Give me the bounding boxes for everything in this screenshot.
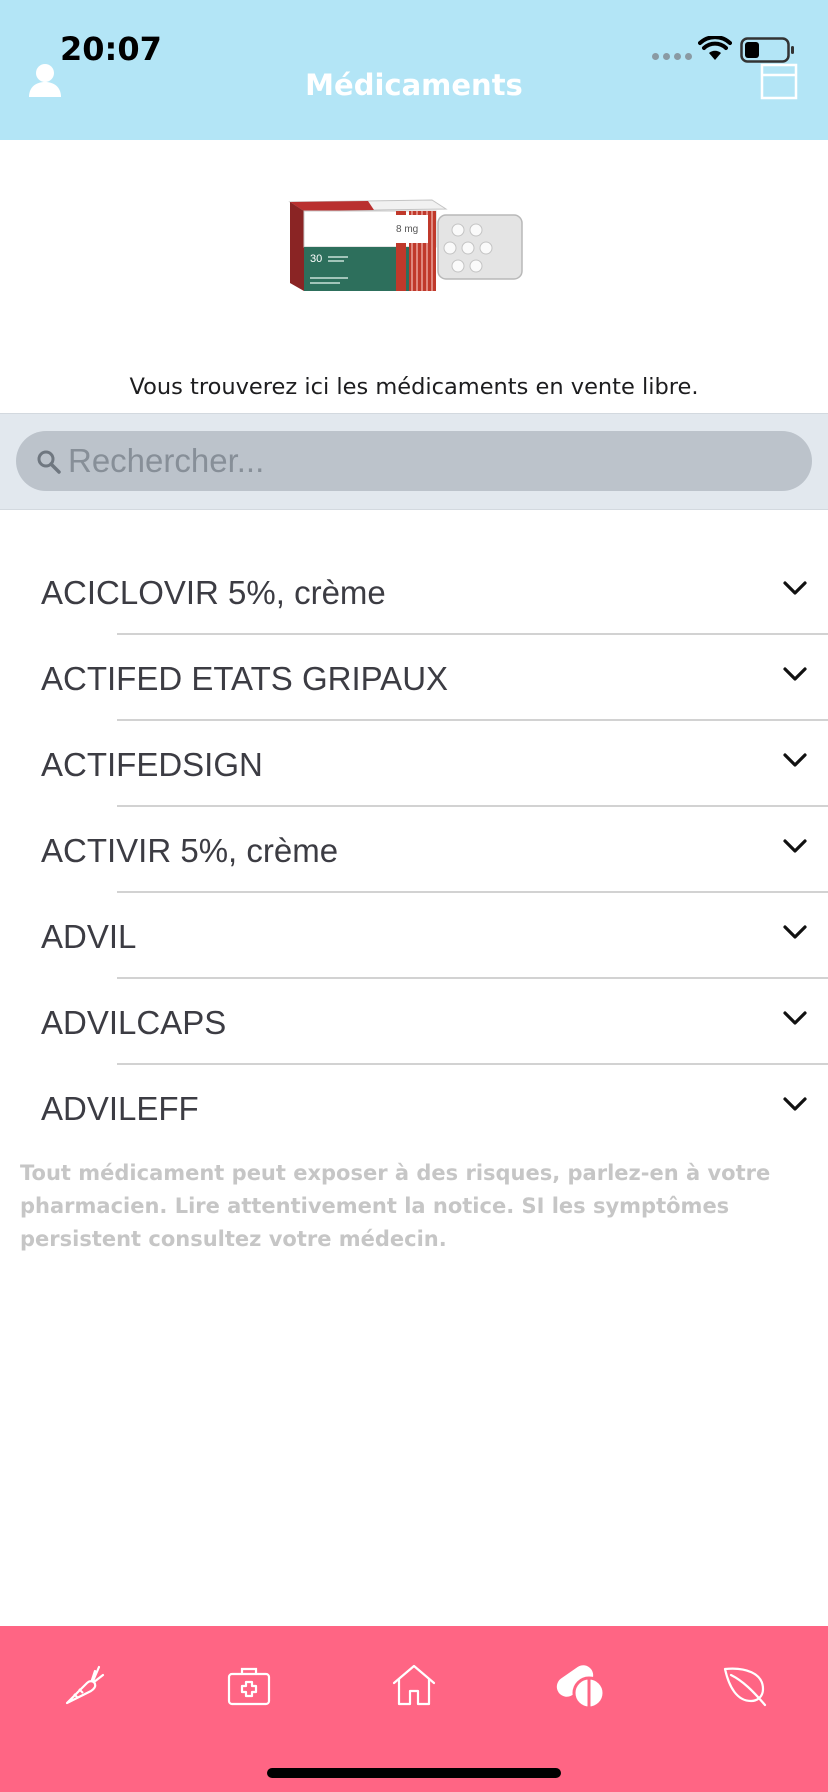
medication-name: ADVILCAPS bbox=[41, 1004, 227, 1041]
chevron-down-icon[interactable] bbox=[782, 1009, 808, 1027]
chevron-down-icon[interactable] bbox=[782, 579, 808, 597]
medication-name: ADVILEFF bbox=[41, 1090, 199, 1127]
search-bar bbox=[0, 413, 828, 510]
medicine-box-illustration: 8 mg 30 bbox=[288, 199, 523, 291]
list-item[interactable]: ADVILEFF bbox=[0, 1065, 828, 1151]
dose-label: 8 mg bbox=[396, 224, 418, 235]
tab-medications[interactable] bbox=[546, 1650, 616, 1720]
medication-name: ADVIL bbox=[41, 918, 137, 955]
tab-natural[interactable] bbox=[710, 1650, 780, 1720]
pills-icon bbox=[556, 1665, 606, 1710]
medication-name: ACICLOVIR 5%, crème bbox=[41, 574, 386, 611]
tab-nutrition[interactable] bbox=[48, 1650, 118, 1720]
count-label: 30 bbox=[310, 253, 322, 265]
list-item[interactable]: ADVILCAPS bbox=[0, 979, 828, 1065]
status-time: 20:07 bbox=[60, 30, 162, 68]
wifi-icon bbox=[698, 36, 732, 60]
home-indicator[interactable] bbox=[267, 1768, 561, 1778]
tab-home[interactable] bbox=[379, 1650, 449, 1720]
chevron-down-icon[interactable] bbox=[782, 1095, 808, 1113]
search-input[interactable] bbox=[68, 431, 788, 491]
chevron-down-icon[interactable] bbox=[782, 751, 808, 769]
tab-bar bbox=[0, 1626, 828, 1792]
medication-name: ACTIFED ETATS GRIPAUX bbox=[41, 660, 449, 697]
list-item[interactable]: ACTIFEDSIGN bbox=[0, 721, 828, 807]
chevron-down-icon[interactable] bbox=[782, 665, 808, 683]
disclaimer-text: Tout médicament peut exposer à des risqu… bbox=[20, 1161, 771, 1251]
medication-list: ACICLOVIR 5%, crème ACTIFED ETATS GRIPAU… bbox=[0, 549, 828, 1151]
home-icon bbox=[392, 1664, 436, 1706]
tab-first-aid[interactable] bbox=[214, 1650, 284, 1720]
list-item[interactable]: ACICLOVIR 5%, crème bbox=[0, 549, 828, 635]
battery-icon bbox=[740, 37, 794, 63]
first-aid-kit-icon bbox=[227, 1667, 271, 1706]
medication-name: ACTIVIR 5%, crème bbox=[41, 832, 339, 869]
chevron-down-icon[interactable] bbox=[782, 837, 808, 855]
page-title: Médicaments bbox=[305, 68, 523, 102]
list-item[interactable]: ACTIFED ETATS GRIPAUX bbox=[0, 635, 828, 721]
app-header: 20:07 Médicaments bbox=[0, 0, 828, 140]
cellular-signal-icon bbox=[652, 53, 692, 60]
chevron-down-icon[interactable] bbox=[782, 923, 808, 941]
search-icon bbox=[37, 450, 61, 474]
medication-name: ACTIFEDSIGN bbox=[41, 746, 263, 783]
search-field[interactable] bbox=[16, 431, 812, 491]
list-item[interactable]: ACTIVIR 5%, crème bbox=[0, 807, 828, 893]
carrot-icon bbox=[65, 1665, 105, 1705]
list-item[interactable]: ADVIL bbox=[0, 893, 828, 979]
leaf-icon bbox=[723, 1667, 767, 1707]
intro-text: Vous trouverez ici les médicaments en ve… bbox=[129, 374, 699, 400]
